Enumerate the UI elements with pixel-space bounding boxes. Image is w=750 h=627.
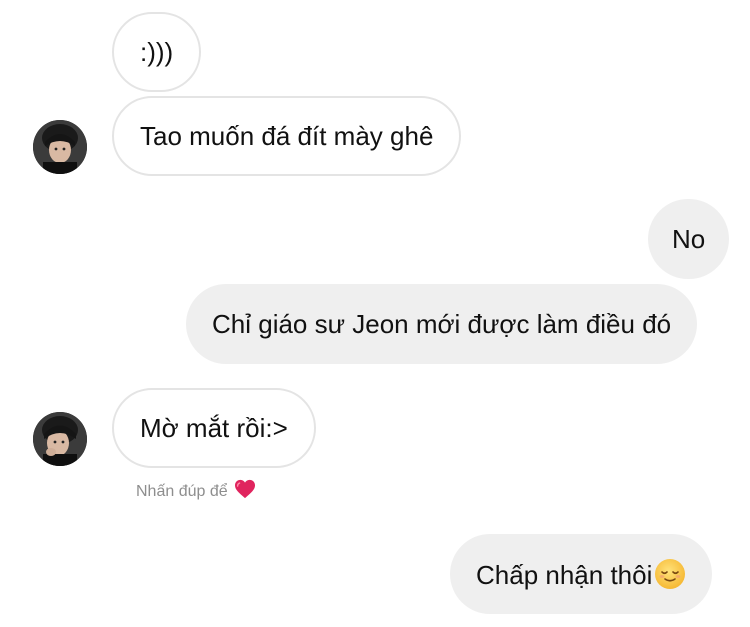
avatar[interactable] [33,120,87,174]
message-text: Mờ mắt rồi:> [140,413,288,443]
message-text: :))) [140,37,174,67]
heart-icon[interactable] [234,479,256,504]
outgoing-message-bubble[interactable]: Chấp nhận thôi [450,534,713,614]
message-text: Chấp nhận thôi [476,560,653,590]
hint-text: Nhấn đúp để [136,483,228,500]
incoming-message-bubble[interactable]: Tao muốn đá đít mày ghê [112,96,462,176]
message-text: Chỉ giáo sư Jeon mới được làm điều đó [212,309,672,339]
incoming-message-bubble[interactable]: Mờ mắt rồi:> [112,388,316,468]
relieved-face-svg [655,559,686,589]
avatar[interactable] [33,412,87,466]
outgoing-message-bubble[interactable]: No [648,199,730,279]
avatar-image [33,412,87,466]
message-text: Tao muốn đá đít mày ghê [140,121,434,151]
avatar-image [33,120,87,174]
incoming-message-bubble[interactable]: :))) [112,12,202,92]
chat-thread: :))) Tao muốn đá đít mày ghê No Chỉ giáo… [0,0,750,627]
outgoing-message-bubble[interactable]: Chỉ giáo sư Jeon mới được làm điều đó [186,284,698,364]
heart-icon-svg [234,479,255,499]
relieved-face-icon [654,558,686,597]
message-text: No [672,224,706,254]
double-tap-hint: Nhấn đúp để [136,479,256,504]
